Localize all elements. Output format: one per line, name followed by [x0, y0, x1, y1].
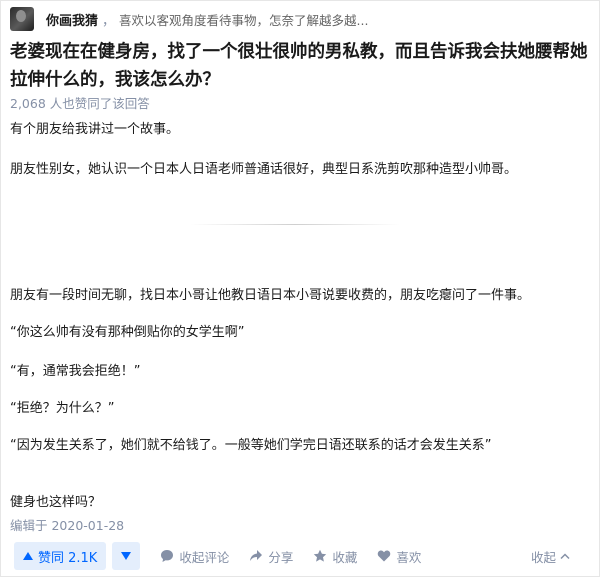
edited-timestamp: 编辑于 2020-01-28: [10, 518, 125, 533]
comment-button[interactable]: 收起评论: [160, 547, 229, 566]
heart-icon: [377, 549, 391, 563]
comment-label: 收起评论: [179, 549, 230, 565]
answer-paragraph: “有，通常我会拒绝！”: [10, 364, 141, 379]
answer-paragraph: 朋友有一段时间无聊，找日本小哥让他教日语日本小哥说要收费的，朋友吃瘪问了一件事。: [10, 288, 531, 303]
star-icon: [313, 549, 327, 563]
author-separator: ，: [102, 13, 116, 29]
author-info: 你画我猜 ， 喜欢以客观角度看待事物，怎奈了解越多越...: [10, 6, 368, 32]
answer-paragraph: 有个朋友给我讲过一个故事。: [10, 122, 180, 137]
avatar[interactable]: [10, 7, 34, 31]
answer-paragraph: “因为发生关系了，她们就不给钱了。一般等她们学完日语还联系的话才会发生关系”: [10, 438, 492, 453]
question-title[interactable]: 老婆现在在健身房，找了一个很壮很帅的男私教，而且告诉我会扶她腰帮她拉伸什么的，我…: [10, 38, 590, 94]
favorite-label: 收藏: [332, 549, 358, 565]
share-button[interactable]: 分享: [249, 547, 293, 566]
upvote-button[interactable]: 赞同 2.1K: [14, 542, 107, 570]
triangle-down-icon: [121, 552, 132, 560]
collapse-label: 收起: [530, 549, 556, 565]
author-name[interactable]: 你画我猜: [46, 10, 98, 29]
upvote-label: 赞同 2.1K: [38, 550, 98, 566]
answer-paragraph: “拒绝？为什么？”: [10, 401, 115, 416]
chevron-up-icon: [560, 552, 570, 560]
answer-paragraph: “你这么帅有没有那种倒贴你的女学生啊”: [10, 325, 245, 340]
like-count-text: 2,068 人也赞同了该回答: [10, 96, 150, 111]
answer-paragraph: 健身也这样吗？: [10, 495, 102, 510]
downvote-button[interactable]: [112, 542, 141, 570]
author-bio: 喜欢以客观角度看待事物，怎奈了解越多越...: [119, 12, 369, 28]
comment-bubble-icon: [160, 549, 174, 563]
like-label: 喜欢: [396, 549, 422, 565]
section-divider: [190, 224, 400, 225]
answer-paragraph: 朋友性别女，她认识一个日本人日语老师普通话很好，典型日系洗剪吹那种造型小帅哥。: [10, 162, 518, 177]
triangle-up-icon: [23, 552, 33, 560]
share-arrow-icon: [249, 549, 263, 563]
action-bar: 赞同 2.1K 收起评论 分享 收藏 喜欢 收起: [0, 538, 600, 574]
favorite-button[interactable]: 收藏: [313, 547, 357, 566]
collapse-button[interactable]: 收起: [531, 547, 570, 566]
share-label: 分享: [268, 549, 294, 565]
like-button[interactable]: 喜欢: [377, 547, 421, 566]
